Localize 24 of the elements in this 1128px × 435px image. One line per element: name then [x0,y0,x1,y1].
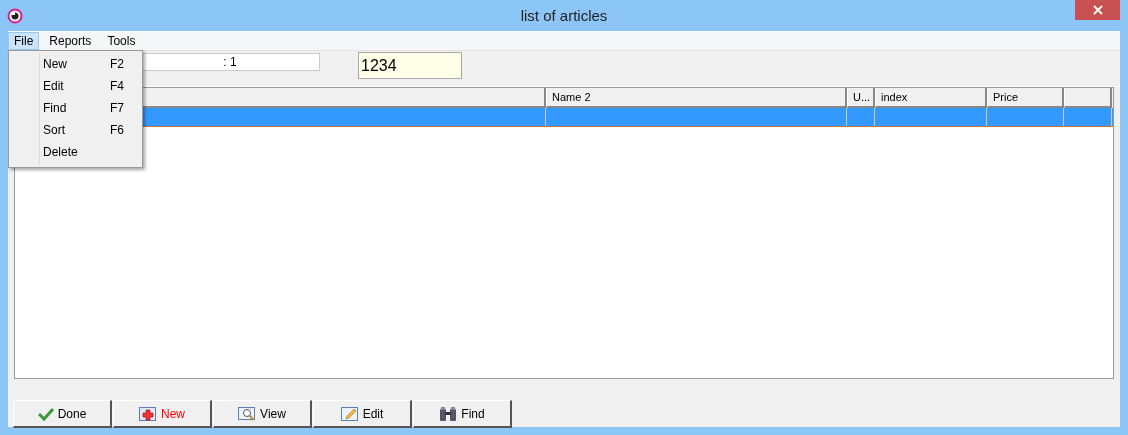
toolbar-button[interactable]: Edit [313,400,412,428]
pencil-window-icon [340,405,359,422]
window-title: list of articles [520,7,608,24]
toolbar-button[interactable]: Done [13,400,112,428]
toolbar-button[interactable]: Find [413,400,512,428]
menu-item[interactable]: Delete [9,141,110,163]
counter-field[interactable]: : 1 [140,53,320,71]
menu-item[interactable]: Find F7 [9,97,124,119]
app-icon [7,7,23,24]
menu-item[interactable]: Tools [101,31,142,50]
menu-item[interactable]: File [8,31,40,50]
menu-item[interactable]: Reports [43,31,98,50]
toolbar-button[interactable]: New [113,400,212,428]
checkmark-icon [37,405,54,422]
menu-item[interactable]: Edit F4 [9,75,124,97]
close-icon [1092,5,1103,15]
add-document-icon [139,405,157,422]
magnifier-window-icon [238,405,257,422]
toolbar-button[interactable]: View [213,400,312,428]
binoculars-icon [439,405,458,422]
close-button[interactable] [1075,0,1120,20]
code-field[interactable]: 1234 [358,52,462,79]
menu-item[interactable]: New F2 [9,53,124,75]
menu-item[interactable]: Sort F6 [9,119,124,141]
